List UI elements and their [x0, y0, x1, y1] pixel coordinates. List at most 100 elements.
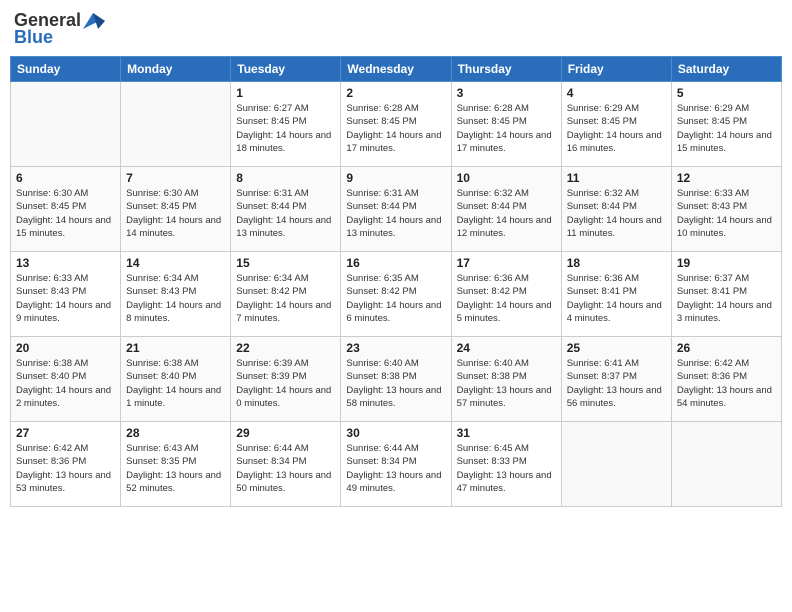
calendar-cell: 28 Sunrise: 6:43 AM Sunset: 8:35 PM Dayli…: [121, 422, 231, 507]
day-of-week-header: Saturday: [671, 57, 781, 82]
calendar-cell: 13 Sunrise: 6:33 AM Sunset: 8:43 PM Dayli…: [11, 252, 121, 337]
calendar-cell: 2 Sunrise: 6:28 AM Sunset: 8:45 PM Daylig…: [341, 82, 451, 167]
calendar-cell: 8 Sunrise: 6:31 AM Sunset: 8:44 PM Daylig…: [231, 167, 341, 252]
day-of-week-header: Monday: [121, 57, 231, 82]
calendar-cell: [121, 82, 231, 167]
calendar-cell: 10 Sunrise: 6:32 AM Sunset: 8:44 PM Dayli…: [451, 167, 561, 252]
day-of-week-header: Sunday: [11, 57, 121, 82]
day-info: Sunrise: 6:28 AM Sunset: 8:45 PM Dayligh…: [457, 102, 556, 155]
calendar-cell: 30 Sunrise: 6:44 AM Sunset: 8:34 PM Dayli…: [341, 422, 451, 507]
day-number: 11: [567, 171, 666, 185]
calendar-cell: 4 Sunrise: 6:29 AM Sunset: 8:45 PM Daylig…: [561, 82, 671, 167]
calendar-cell: 20 Sunrise: 6:38 AM Sunset: 8:40 PM Dayli…: [11, 337, 121, 422]
day-of-week-header: Wednesday: [341, 57, 451, 82]
calendar-cell: [11, 82, 121, 167]
week-row: 1 Sunrise: 6:27 AM Sunset: 8:45 PM Daylig…: [11, 82, 782, 167]
day-info: Sunrise: 6:41 AM Sunset: 8:37 PM Dayligh…: [567, 357, 666, 410]
day-number: 1: [236, 86, 335, 100]
day-number: 28: [126, 426, 225, 440]
day-number: 10: [457, 171, 556, 185]
calendar-cell: 9Sunrise: 6:31 AM Sunset: 8:44 PM Daylig…: [341, 167, 451, 252]
day-info: Sunrise: 6:38 AM Sunset: 8:40 PM Dayligh…: [16, 357, 115, 410]
calendar-cell: [671, 422, 781, 507]
page-header: General Blue: [10, 10, 782, 48]
day-info: Sunrise: 6:38 AM Sunset: 8:40 PM Dayligh…: [126, 357, 225, 410]
day-of-week-header: Thursday: [451, 57, 561, 82]
day-info: Sunrise: 6:34 AM Sunset: 8:43 PM Dayligh…: [126, 272, 225, 325]
calendar-cell: [561, 422, 671, 507]
calendar-cell: 17Sunrise: 6:36 AM Sunset: 8:42 PM Dayli…: [451, 252, 561, 337]
day-number: 26: [677, 341, 776, 355]
calendar-cell: 26 Sunrise: 6:42 AM Sunset: 8:36 PM Dayli…: [671, 337, 781, 422]
calendar-header-row: SundayMondayTuesdayWednesdayThursdayFrid…: [11, 57, 782, 82]
day-info: Sunrise: 6:44 AM Sunset: 8:34 PM Dayligh…: [346, 442, 445, 495]
day-number: 15: [236, 256, 335, 270]
day-number: 27: [16, 426, 115, 440]
calendar-cell: 11 Sunrise: 6:32 AM Sunset: 8:44 PM Dayli…: [561, 167, 671, 252]
day-number: 12: [677, 171, 776, 185]
day-number: 3: [457, 86, 556, 100]
calendar-cell: 22 Sunrise: 6:39 AM Sunset: 8:39 PM Dayli…: [231, 337, 341, 422]
day-number: 19: [677, 256, 776, 270]
day-number: 5: [677, 86, 776, 100]
calendar-cell: 27Sunrise: 6:42 AM Sunset: 8:36 PM Dayli…: [11, 422, 121, 507]
day-info: Sunrise: 6:29 AM Sunset: 8:45 PM Dayligh…: [677, 102, 776, 155]
day-info: Sunrise: 6:31 AM Sunset: 8:44 PM Dayligh…: [236, 187, 335, 240]
day-info: Sunrise: 6:36 AM Sunset: 8:42 PM Dayligh…: [457, 272, 556, 325]
week-row: 27Sunrise: 6:42 AM Sunset: 8:36 PM Dayli…: [11, 422, 782, 507]
calendar-table: SundayMondayTuesdayWednesdayThursdayFrid…: [10, 56, 782, 507]
calendar-cell: 1 Sunrise: 6:27 AM Sunset: 8:45 PM Daylig…: [231, 82, 341, 167]
day-info: Sunrise: 6:40 AM Sunset: 8:38 PM Dayligh…: [457, 357, 556, 410]
day-info: Sunrise: 6:42 AM Sunset: 8:36 PM Dayligh…: [677, 357, 776, 410]
calendar-cell: 29Sunrise: 6:44 AM Sunset: 8:34 PM Dayli…: [231, 422, 341, 507]
calendar-cell: 19 Sunrise: 6:37 AM Sunset: 8:41 PM Dayli…: [671, 252, 781, 337]
day-info: Sunrise: 6:29 AM Sunset: 8:45 PM Dayligh…: [567, 102, 666, 155]
day-info: Sunrise: 6:32 AM Sunset: 8:44 PM Dayligh…: [567, 187, 666, 240]
calendar-cell: 14 Sunrise: 6:34 AM Sunset: 8:43 PM Dayli…: [121, 252, 231, 337]
calendar-cell: 15Sunrise: 6:34 AM Sunset: 8:42 PM Dayli…: [231, 252, 341, 337]
day-number: 20: [16, 341, 115, 355]
logo-bird-icon: [83, 13, 105, 29]
day-info: Sunrise: 6:28 AM Sunset: 8:45 PM Dayligh…: [346, 102, 445, 155]
calendar-cell: 12 Sunrise: 6:33 AM Sunset: 8:43 PM Dayli…: [671, 167, 781, 252]
day-info: Sunrise: 6:30 AM Sunset: 8:45 PM Dayligh…: [126, 187, 225, 240]
calendar-cell: 6 Sunrise: 6:30 AM Sunset: 8:45 PM Daylig…: [11, 167, 121, 252]
day-number: 7: [126, 171, 225, 185]
day-info: Sunrise: 6:39 AM Sunset: 8:39 PM Dayligh…: [236, 357, 335, 410]
calendar-cell: 18Sunrise: 6:36 AM Sunset: 8:41 PM Dayli…: [561, 252, 671, 337]
day-info: Sunrise: 6:27 AM Sunset: 8:45 PM Dayligh…: [236, 102, 335, 155]
day-number: 16: [346, 256, 445, 270]
day-number: 18: [567, 256, 666, 270]
day-number: 22: [236, 341, 335, 355]
week-row: 6 Sunrise: 6:30 AM Sunset: 8:45 PM Daylig…: [11, 167, 782, 252]
calendar-cell: 23 Sunrise: 6:40 AM Sunset: 8:38 PM Dayli…: [341, 337, 451, 422]
day-info: Sunrise: 6:40 AM Sunset: 8:38 PM Dayligh…: [346, 357, 445, 410]
day-number: 24: [457, 341, 556, 355]
day-number: 2: [346, 86, 445, 100]
day-info: Sunrise: 6:35 AM Sunset: 8:42 PM Dayligh…: [346, 272, 445, 325]
day-info: Sunrise: 6:45 AM Sunset: 8:33 PM Dayligh…: [457, 442, 556, 495]
day-number: 30: [346, 426, 445, 440]
calendar-cell: 21 Sunrise: 6:38 AM Sunset: 8:40 PM Dayli…: [121, 337, 231, 422]
day-info: Sunrise: 6:43 AM Sunset: 8:35 PM Dayligh…: [126, 442, 225, 495]
day-info: Sunrise: 6:30 AM Sunset: 8:45 PM Dayligh…: [16, 187, 115, 240]
day-info: Sunrise: 6:33 AM Sunset: 8:43 PM Dayligh…: [16, 272, 115, 325]
day-number: 29: [236, 426, 335, 440]
day-number: 4: [567, 86, 666, 100]
day-of-week-header: Friday: [561, 57, 671, 82]
calendar-cell: 5 Sunrise: 6:29 AM Sunset: 8:45 PM Daylig…: [671, 82, 781, 167]
day-number: 6: [16, 171, 115, 185]
day-info: Sunrise: 6:37 AM Sunset: 8:41 PM Dayligh…: [677, 272, 776, 325]
calendar-cell: 24 Sunrise: 6:40 AM Sunset: 8:38 PM Dayli…: [451, 337, 561, 422]
day-of-week-header: Tuesday: [231, 57, 341, 82]
day-number: 21: [126, 341, 225, 355]
day-number: 9: [346, 171, 445, 185]
week-row: 20 Sunrise: 6:38 AM Sunset: 8:40 PM Dayli…: [11, 337, 782, 422]
day-number: 8: [236, 171, 335, 185]
day-info: Sunrise: 6:32 AM Sunset: 8:44 PM Dayligh…: [457, 187, 556, 240]
calendar-cell: 3 Sunrise: 6:28 AM Sunset: 8:45 PM Daylig…: [451, 82, 561, 167]
day-number: 23: [346, 341, 445, 355]
day-number: 14: [126, 256, 225, 270]
day-number: 13: [16, 256, 115, 270]
day-info: Sunrise: 6:33 AM Sunset: 8:43 PM Dayligh…: [677, 187, 776, 240]
